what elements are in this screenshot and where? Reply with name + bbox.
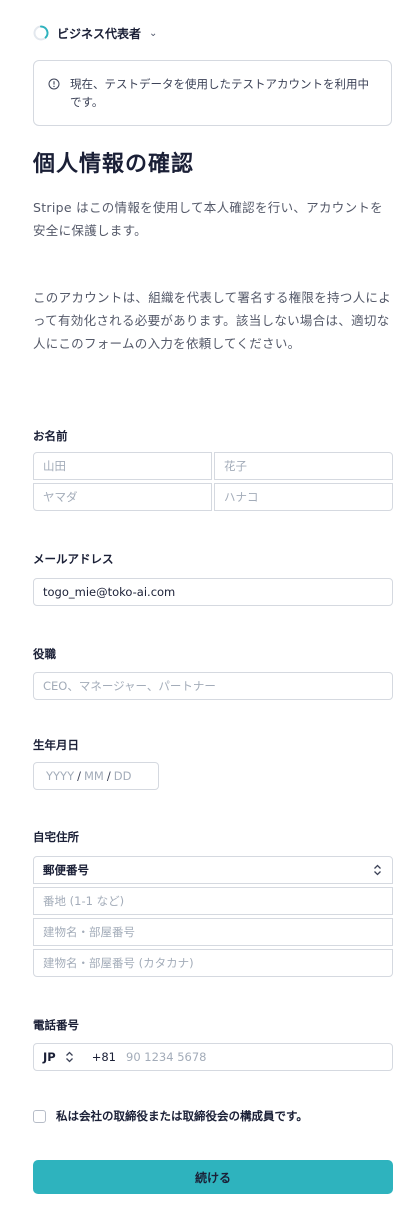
dob-year: YYYY <box>46 769 75 783</box>
progress-spinner-icon <box>33 25 49 41</box>
dob-label: 生年月日 <box>33 738 79 752</box>
dob-month: MM <box>83 769 104 783</box>
email-field[interactable]: togo_mie@toko-ai.com <box>33 578 393 606</box>
select-arrows-icon <box>374 864 381 876</box>
email-label: メールアドレス <box>33 552 114 566</box>
authority-note: このアカウントは、組織を代表して署名する権限を持つ人によって有効化される必要があ… <box>33 290 392 351</box>
postal-code-select[interactable]: 郵便番号 <box>33 856 393 884</box>
continue-button[interactable]: 続ける <box>33 1160 393 1194</box>
name-label: お名前 <box>33 429 68 443</box>
dob-separator: / <box>77 769 81 783</box>
dob-input[interactable]: YYYY / MM / DD <box>33 762 159 790</box>
postal-code-select-value: 郵便番号 <box>43 863 89 877</box>
address-line1-input[interactable]: 番地 (1-1 など) <box>33 887 393 915</box>
dob-separator: / <box>106 769 111 783</box>
address-line2-kana-input[interactable]: 建物名・部屋番号 (カタカナ) <box>33 949 393 977</box>
chevron-down-icon: ⌄ <box>149 27 158 39</box>
info-icon <box>48 78 60 90</box>
notice-text: 現在、テストデータを使用したテストアカウントを利用中です。 <box>70 77 369 109</box>
step-label: ビジネス代表者 <box>57 26 142 41</box>
country-code-select[interactable]: JP <box>43 1050 56 1064</box>
last-name-kana-input[interactable]: ヤマダ <box>33 483 212 511</box>
test-mode-notice: 現在、テストデータを使用したテストアカウントを利用中です。 <box>33 60 392 126</box>
director-checkbox[interactable] <box>33 1109 46 1123</box>
phone-input[interactable]: 90 1234 5678 <box>126 1050 206 1064</box>
step-dropdown[interactable]: ビジネス代表者 ⌄ <box>33 22 157 44</box>
first-name-input[interactable]: 花子 <box>214 452 393 480</box>
address-label: 自宅住所 <box>33 830 79 844</box>
select-arrows-icon <box>65 1051 73 1063</box>
address-line2-input[interactable]: 建物名・部屋番号 <box>33 918 393 946</box>
last-name-input[interactable]: 山田 <box>33 452 212 480</box>
director-checkbox-label: 私は会社の取締役または取締役会の構成員です。 <box>56 1109 308 1123</box>
page-title: 個人情報の確認 <box>33 152 195 177</box>
job-title-input[interactable]: CEO、マネージャー、パートナー <box>33 672 393 700</box>
phone-prefix: +81 <box>91 1050 116 1064</box>
first-name-kana-input[interactable]: ハナコ <box>214 483 393 511</box>
intro-text: Stripe はこの情報を使用して本人確認を行い、アカウントを安全に保護します。 <box>33 200 383 238</box>
phone-label: 電話番号 <box>33 1018 79 1032</box>
director-checkbox-row[interactable]: 私は会社の取締役または取締役会の構成員です。 <box>33 1108 308 1124</box>
dob-day: DD <box>113 769 132 783</box>
phone-field[interactable]: JP +81 90 1234 5678 <box>33 1043 393 1071</box>
job-title-label: 役職 <box>33 647 56 661</box>
